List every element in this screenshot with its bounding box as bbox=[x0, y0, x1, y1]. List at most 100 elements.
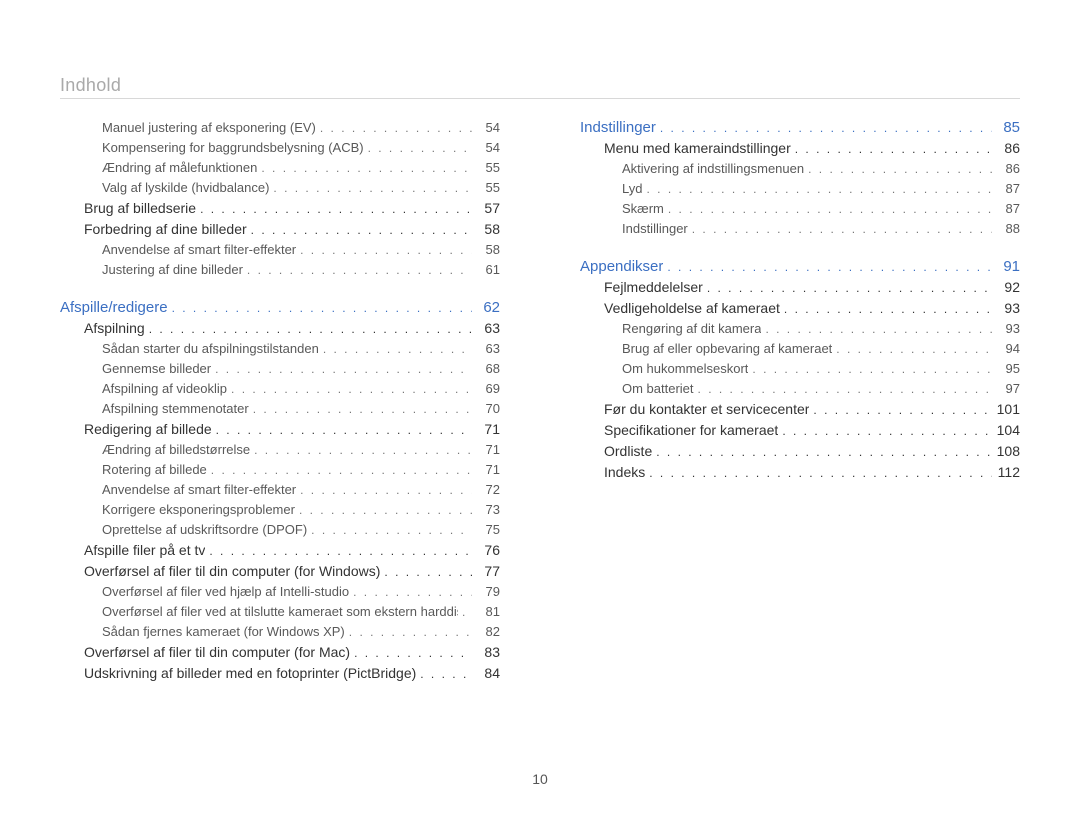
toc-entry-page: 104 bbox=[992, 420, 1020, 440]
toc-entry[interactable]: Justering af dine billeder. . . . . . . … bbox=[60, 260, 500, 280]
toc-entry-title: Anvendelse af smart filter-effekter bbox=[102, 240, 296, 260]
toc-entry-page: 62 bbox=[472, 298, 500, 318]
toc-entry[interactable]: Brug af eller opbevaring af kameraet. . … bbox=[580, 339, 1020, 359]
toc-entry-page: 84 bbox=[472, 663, 500, 683]
toc-entry[interactable]: Om batteriet. . . . . . . . . . . . . . … bbox=[580, 379, 1020, 399]
toc-entry-dots: . . . . . . . . . . . . . . . . . . . . … bbox=[804, 159, 992, 179]
toc-entry[interactable]: Sådan starter du afspilningstilstanden. … bbox=[60, 339, 500, 359]
toc-entry-page: 88 bbox=[992, 219, 1020, 239]
toc-entry[interactable]: Redigering af billede. . . . . . . . . .… bbox=[60, 419, 500, 440]
toc-entry-dots: . . . . . . . . . . . . . . . . . . . . … bbox=[227, 379, 472, 399]
toc-entry[interactable]: Sådan fjernes kameraet (for Windows XP).… bbox=[60, 622, 500, 642]
toc-entry[interactable]: Indstillinger. . . . . . . . . . . . . .… bbox=[580, 118, 1020, 138]
toc-entry-dots: . . . . . . . . . . . . . . . . . . . . … bbox=[688, 219, 992, 239]
toc-entry-title: Oprettelse af udskriftsordre (DPOF) bbox=[102, 520, 307, 540]
toc-entry-page: 82 bbox=[472, 622, 500, 642]
toc-entry[interactable]: Afspille/redigere. . . . . . . . . . . .… bbox=[60, 298, 500, 318]
toc-entry[interactable]: Afspilning. . . . . . . . . . . . . . . … bbox=[60, 318, 500, 339]
toc-entry-page: 69 bbox=[472, 379, 500, 399]
page-title: Indhold bbox=[60, 75, 121, 96]
toc-entry[interactable]: Lyd. . . . . . . . . . . . . . . . . . .… bbox=[580, 179, 1020, 199]
toc-entry-page: 75 bbox=[472, 520, 500, 540]
toc-entry[interactable]: Overførsel af filer til din computer (fo… bbox=[60, 561, 500, 582]
toc-entry-title: Justering af dine billeder bbox=[102, 260, 243, 280]
toc-entry[interactable]: Skærm. . . . . . . . . . . . . . . . . .… bbox=[580, 199, 1020, 219]
toc-entry[interactable]: Oprettelse af udskriftsordre (DPOF). . .… bbox=[60, 520, 500, 540]
toc-entry-title: Appendikser bbox=[580, 257, 663, 277]
toc-entry[interactable]: Ordliste. . . . . . . . . . . . . . . . … bbox=[580, 441, 1020, 462]
toc-entry[interactable]: Om hukommelseskort. . . . . . . . . . . … bbox=[580, 359, 1020, 379]
toc-entry[interactable]: Manuel justering af eksponering (EV). . … bbox=[60, 118, 500, 138]
toc-entry-dots: . . . . . . . . . . . . . . . . . . . . … bbox=[205, 541, 472, 561]
toc-entry[interactable]: Rotering af billede. . . . . . . . . . .… bbox=[60, 460, 500, 480]
toc-entry-page: 93 bbox=[992, 319, 1020, 339]
toc-entry-dots: . . . . . . . . . . . . . . . . . . . . … bbox=[212, 420, 472, 440]
toc-entry[interactable]: Menu med kameraindstillinger. . . . . . … bbox=[580, 138, 1020, 159]
toc-entry-dots: . . . . . . . . . . . . . . . . . . . . … bbox=[316, 118, 472, 138]
toc-entry-dots: . . . . . . . . . . . . . . . . . . . . … bbox=[656, 118, 992, 138]
toc-entry-page: 87 bbox=[992, 199, 1020, 219]
toc-entry-title: Anvendelse af smart filter-effekter bbox=[102, 480, 296, 500]
toc-entry-page: 85 bbox=[992, 118, 1020, 138]
toc-entry[interactable]: Før du kontakter et servicecenter. . . .… bbox=[580, 399, 1020, 420]
toc-entry[interactable]: Forbedring af dine billeder. . . . . . .… bbox=[60, 219, 500, 240]
toc-entry-page: 58 bbox=[472, 219, 500, 239]
toc-entry-page: 54 bbox=[472, 138, 500, 158]
toc-entry[interactable]: Afspilning stemmenotater. . . . . . . . … bbox=[60, 399, 500, 419]
toc-entry-title: Indstillinger bbox=[580, 118, 656, 138]
toc-entry[interactable]: Vedligeholdelse af kameraet. . . . . . .… bbox=[580, 298, 1020, 319]
toc-entry[interactable]: Overførsel af filer ved at tilslutte kam… bbox=[60, 602, 500, 622]
toc-entry-title: Vedligeholdelse af kameraet bbox=[604, 298, 780, 318]
toc-entry-dots: . . . . . . . . . . . . . . . . . . . . … bbox=[196, 199, 472, 219]
header-rule bbox=[60, 98, 1020, 99]
toc-entry[interactable]: Ændring af målefunktionen. . . . . . . .… bbox=[60, 158, 500, 178]
toc-entry-dots: . . . . . . . . . . . . . . . . . . . . … bbox=[664, 199, 992, 219]
toc-entry[interactable]: Specifikationer for kameraet. . . . . . … bbox=[580, 420, 1020, 441]
toc-entry[interactable]: Fejlmeddelelser. . . . . . . . . . . . .… bbox=[580, 277, 1020, 298]
toc-entry[interactable]: Anvendelse af smart filter-effekter. . .… bbox=[60, 480, 500, 500]
toc-entry[interactable]: Aktivering af indstillingsmenuen. . . . … bbox=[580, 159, 1020, 179]
toc-entry-page: 94 bbox=[992, 339, 1020, 359]
toc-entry-title: Valg af lyskilde (hvidbalance) bbox=[102, 178, 269, 198]
toc-entry[interactable]: Indstillinger. . . . . . . . . . . . . .… bbox=[580, 219, 1020, 239]
toc-entry-dots: . . . . . . . . . . . . . . . . . . . . … bbox=[350, 643, 472, 663]
toc-entry-dots: . . . . . . . . . . . . . . . . . . . . … bbox=[243, 260, 472, 280]
toc-entry-page: 83 bbox=[472, 642, 500, 662]
toc-entry[interactable]: Kompensering for baggrundsbelysning (ACB… bbox=[60, 138, 500, 158]
toc-entry-dots: . . . . . . . . . . . . . . . . . . . . … bbox=[145, 319, 472, 339]
toc-entry-title: Brug af eller opbevaring af kameraet bbox=[622, 339, 832, 359]
toc-entry[interactable]: Appendikser. . . . . . . . . . . . . . .… bbox=[580, 257, 1020, 277]
toc-entry[interactable]: Gennemse billeder. . . . . . . . . . . .… bbox=[60, 359, 500, 379]
toc-entry-page: 91 bbox=[992, 257, 1020, 277]
toc-entry[interactable]: Korrigere eksponeringsproblemer. . . . .… bbox=[60, 500, 500, 520]
toc-entry[interactable]: Brug af billedserie. . . . . . . . . . .… bbox=[60, 198, 500, 219]
toc-entry-dots: . . . . . . . . . . . . . . . . . . . . … bbox=[247, 220, 472, 240]
page-number: 10 bbox=[0, 771, 1080, 787]
toc-entry-title: Overførsel af filer til din computer (fo… bbox=[84, 561, 380, 581]
toc-entry-title: Korrigere eksponeringsproblemer bbox=[102, 500, 295, 520]
toc-entry[interactable]: Overførsel af filer ved hjælp af Intelli… bbox=[60, 582, 500, 602]
toc-entry-title: Specifikationer for kameraet bbox=[604, 420, 778, 440]
toc-entry-dots: . . . . . . . . . . . . . . . . . . . . … bbox=[780, 299, 992, 319]
toc-entry-dots: . . . . . . . . . . . . . . . . . . . . … bbox=[364, 138, 472, 158]
toc-entry[interactable]: Ændring af billedstørrelse. . . . . . . … bbox=[60, 440, 500, 460]
toc-entry-dots: . . . . . . . . . . . . . . . . . . . . … bbox=[642, 179, 992, 199]
toc-entry-title: Rotering af billede bbox=[102, 460, 207, 480]
toc-entry[interactable]: Afspilning af videoklip. . . . . . . . .… bbox=[60, 379, 500, 399]
toc-entry-dots: . . . . . . . . . . . . . . . . . . . . … bbox=[694, 379, 992, 399]
toc-entry-page: 81 bbox=[472, 602, 500, 622]
toc-entry[interactable]: Valg af lyskilde (hvidbalance). . . . . … bbox=[60, 178, 500, 198]
toc-entry[interactable]: Udskrivning af billeder med en fotoprint… bbox=[60, 663, 500, 684]
toc-entry[interactable]: Anvendelse af smart filter-effekter. . .… bbox=[60, 240, 500, 260]
toc-entry-page: 97 bbox=[992, 379, 1020, 399]
toc-entry-page: 76 bbox=[472, 540, 500, 560]
toc-entry-title: Kompensering for baggrundsbelysning (ACB… bbox=[102, 138, 364, 158]
toc-entry[interactable]: Indeks. . . . . . . . . . . . . . . . . … bbox=[580, 462, 1020, 483]
toc-entry[interactable]: Afspille filer på et tv. . . . . . . . .… bbox=[60, 540, 500, 561]
toc-entry-title: Aktivering af indstillingsmenuen bbox=[622, 159, 804, 179]
toc-entry[interactable]: Overførsel af filer til din computer (fo… bbox=[60, 642, 500, 663]
toc-entry-dots: . . . . . . . . . . . . . . . . . . . . … bbox=[645, 463, 992, 483]
toc-entry[interactable]: Rengøring af dit kamera. . . . . . . . .… bbox=[580, 319, 1020, 339]
toc-entry-dots: . . . . . . . . . . . . . . . . . . . . … bbox=[652, 442, 992, 462]
toc-entry-title: Manuel justering af eksponering (EV) bbox=[102, 118, 316, 138]
